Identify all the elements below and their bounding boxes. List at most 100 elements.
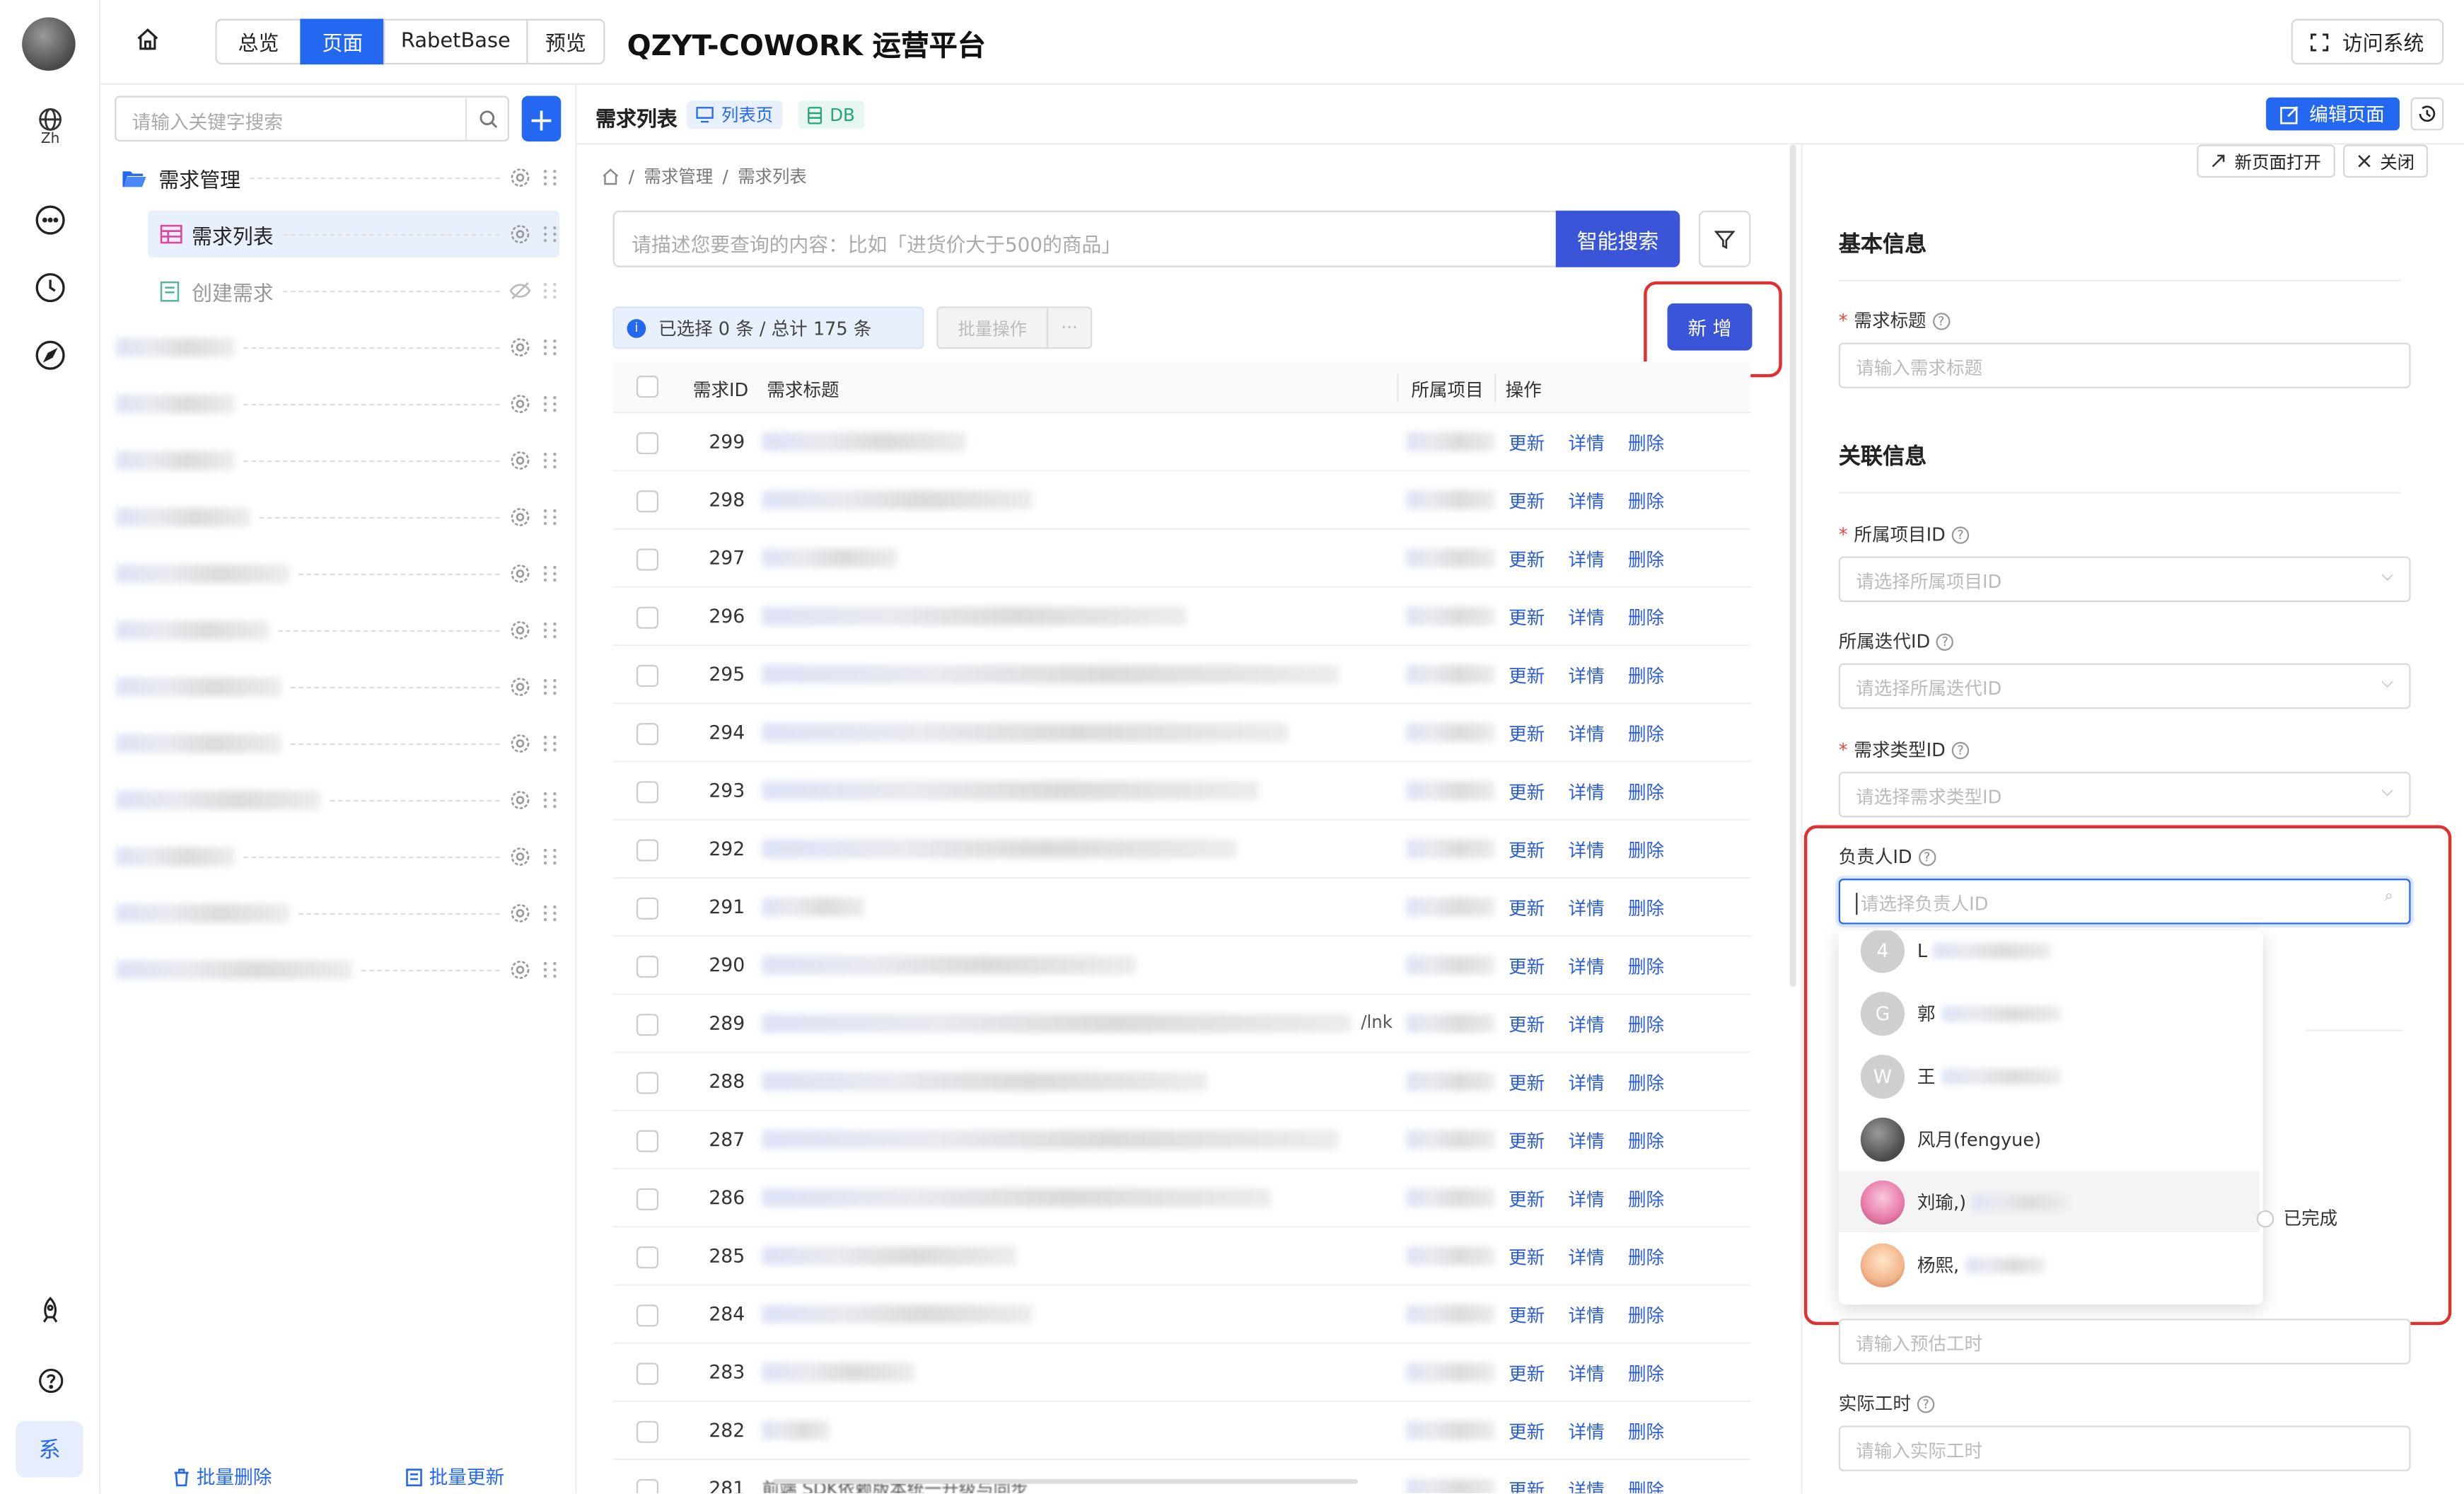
- update-link[interactable]: 更新: [1509, 1303, 1545, 1328]
- detail-link[interactable]: 详情: [1569, 605, 1605, 630]
- table-row[interactable]: 299 更新 详情 删除: [612, 413, 1751, 472]
- drag-handle-icon[interactable]: [540, 280, 559, 302]
- row-checkbox[interactable]: [636, 723, 659, 746]
- history-button[interactable]: [2410, 97, 2444, 131]
- detail-link[interactable]: 详情: [1569, 780, 1605, 805]
- drag-handle-icon[interactable]: [540, 562, 559, 584]
- tree-item-blurred[interactable]: [113, 777, 559, 824]
- tree-group-requirements[interactable]: 需求管理: [113, 154, 559, 202]
- batch-more-button[interactable]: ···: [1046, 306, 1093, 349]
- delete-link[interactable]: 删除: [1628, 954, 1664, 980]
- update-link[interactable]: 更新: [1509, 431, 1545, 456]
- update-link[interactable]: 更新: [1509, 489, 1545, 514]
- gear-icon[interactable]: [509, 337, 531, 359]
- gear-icon[interactable]: [509, 789, 531, 811]
- tree-item-create-requirement[interactable]: 创建需求: [148, 267, 559, 315]
- update-link[interactable]: 更新: [1509, 547, 1545, 572]
- col-project[interactable]: 所属项目: [1411, 377, 1483, 403]
- delete-link[interactable]: 删除: [1628, 1245, 1664, 1270]
- detail-link[interactable]: 详情: [1569, 1245, 1605, 1270]
- delete-link[interactable]: 删除: [1628, 1070, 1664, 1096]
- update-link[interactable]: 更新: [1509, 1012, 1545, 1038]
- estimate-input[interactable]: 请输入预估工时: [1838, 1319, 2411, 1365]
- eye-hidden-icon[interactable]: [509, 280, 531, 302]
- tree-search-input[interactable]: 请输入关键字搜索: [115, 95, 509, 141]
- visit-system-button[interactable]: 访问系统: [2291, 18, 2444, 65]
- drag-handle-icon[interactable]: [540, 789, 559, 811]
- compass-icon[interactable]: [33, 338, 68, 373]
- update-link[interactable]: 更新: [1509, 722, 1545, 747]
- gear-icon[interactable]: [509, 506, 531, 528]
- home-icon[interactable]: [135, 27, 161, 57]
- table-row[interactable]: 281 前端 SDK依赖版本统一升级与同步 更新 详情 删除: [613, 1460, 1751, 1494]
- gear-icon[interactable]: [509, 562, 531, 584]
- close-panel-button[interactable]: 关闭: [2343, 144, 2428, 178]
- row-checkbox[interactable]: [636, 1246, 659, 1269]
- gear-icon[interactable]: [509, 902, 531, 924]
- detail-link[interactable]: 详情: [1569, 547, 1605, 572]
- row-checkbox[interactable]: [636, 1072, 659, 1094]
- home-icon[interactable]: [602, 168, 619, 185]
- gear-icon[interactable]: [509, 676, 531, 697]
- gear-icon[interactable]: [509, 845, 531, 867]
- table-row[interactable]: 296 更新 详情 删除: [612, 588, 1751, 647]
- delete-link[interactable]: 删除: [1628, 1128, 1664, 1154]
- update-link[interactable]: 更新: [1509, 1128, 1545, 1154]
- help-icon[interactable]: ?: [1951, 741, 1970, 760]
- row-checkbox[interactable]: [636, 1420, 659, 1443]
- detail-link[interactable]: 详情: [1569, 664, 1605, 689]
- row-checkbox[interactable]: [636, 1362, 659, 1385]
- delete-link[interactable]: 删除: [1628, 838, 1664, 863]
- delete-link[interactable]: 删除: [1628, 1012, 1664, 1038]
- table-row[interactable]: 285 更新 详情 删除: [612, 1227, 1751, 1286]
- row-checkbox[interactable]: [636, 1014, 659, 1036]
- gear-icon[interactable]: [509, 224, 531, 245]
- db-tag[interactable]: DB: [798, 100, 865, 129]
- col-id[interactable]: 需求ID: [693, 377, 748, 403]
- row-checkbox[interactable]: [636, 606, 659, 629]
- delete-link[interactable]: 删除: [1628, 722, 1664, 747]
- table-row[interactable]: 293 更新 详情 删除: [612, 763, 1751, 821]
- tab-preview[interactable]: 预览: [526, 18, 605, 65]
- type-select[interactable]: 请选择需求类型ID ⌵: [1838, 772, 2411, 818]
- table-row[interactable]: 286 更新 详情 删除: [612, 1169, 1751, 1228]
- help-icon[interactable]: ?: [1917, 1396, 1935, 1413]
- detail-link[interactable]: 详情: [1569, 1419, 1605, 1444]
- help-icon[interactable]: [33, 1362, 68, 1397]
- update-link[interactable]: 更新: [1509, 664, 1545, 689]
- delete-link[interactable]: 删除: [1628, 1303, 1664, 1328]
- update-link[interactable]: 更新: [1509, 1361, 1545, 1386]
- gear-icon[interactable]: [509, 449, 531, 471]
- table-row[interactable]: 282 更新 详情 删除: [612, 1402, 1751, 1461]
- row-checkbox[interactable]: [636, 490, 659, 513]
- title-input[interactable]: 请输入需求标题: [1838, 342, 2411, 388]
- drag-handle-icon[interactable]: [540, 393, 559, 415]
- row-checkbox[interactable]: [636, 548, 659, 571]
- table-row[interactable]: 283 更新 详情 删除: [612, 1344, 1751, 1403]
- table-row[interactable]: 290 更新 详情 删除: [612, 937, 1751, 995]
- delete-link[interactable]: 删除: [1628, 1361, 1664, 1386]
- tree-item-blurred[interactable]: [113, 720, 559, 768]
- table-row[interactable]: 295 更新 详情 删除: [612, 646, 1751, 705]
- table-row[interactable]: 294 更新 详情 删除: [612, 704, 1751, 763]
- table-row[interactable]: 284 更新 详情 删除: [612, 1286, 1751, 1344]
- batch-update-button[interactable]: 批量更新: [405, 1464, 504, 1490]
- tree-item-blurred[interactable]: [113, 324, 559, 371]
- smart-search-button[interactable]: 智能搜索: [1555, 210, 1680, 267]
- history-clock-icon[interactable]: [33, 270, 68, 305]
- update-link[interactable]: 更新: [1509, 838, 1545, 863]
- breadcrumb-item[interactable]: 需求管理: [644, 163, 713, 189]
- actual-input[interactable]: 请输入实际工时: [1838, 1425, 2411, 1471]
- update-link[interactable]: 更新: [1509, 780, 1545, 805]
- system-badge[interactable]: 系: [16, 1420, 83, 1478]
- drag-handle-icon[interactable]: [540, 449, 559, 471]
- drag-handle-icon[interactable]: [540, 845, 559, 867]
- delete-link[interactable]: 删除: [1628, 664, 1664, 689]
- update-link[interactable]: 更新: [1509, 1478, 1545, 1494]
- update-link[interactable]: 更新: [1509, 1187, 1545, 1212]
- row-checkbox[interactable]: [636, 432, 659, 455]
- language-label[interactable]: Zh: [35, 132, 66, 148]
- list-page-tag[interactable]: 列表页: [687, 100, 783, 129]
- row-checkbox[interactable]: [636, 955, 659, 978]
- table-row[interactable]: 288 更新 详情 删除: [612, 1053, 1751, 1111]
